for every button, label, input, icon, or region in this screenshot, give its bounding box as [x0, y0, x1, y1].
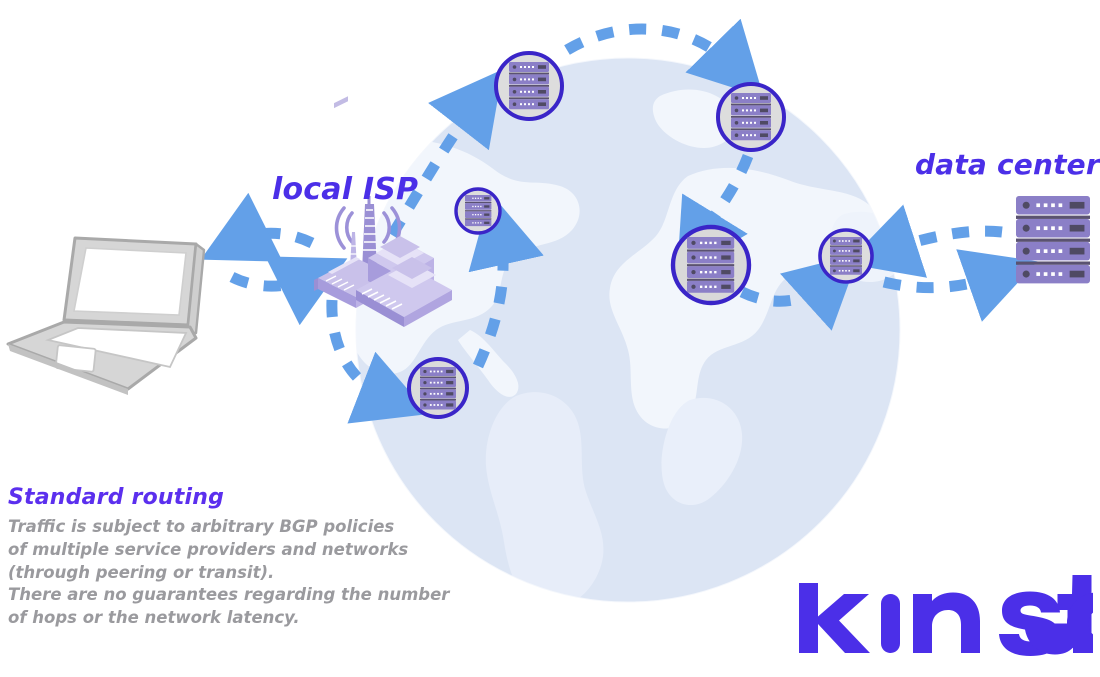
- kinsta-logo: [795, 575, 1100, 667]
- diagram-canvas: local ISP data center Standard routing T…: [0, 0, 1100, 677]
- laptop-icon[interactable]: [6, 236, 206, 395]
- arrow-laptop-to-isp: [229, 256, 348, 326]
- server-rack-icon: [465, 195, 492, 227]
- local-isp-label: local ISP: [272, 172, 419, 207]
- arrow-hop5-to-dc: [882, 249, 1038, 322]
- server-rack-icon: [420, 367, 456, 410]
- arrow-isp-to-laptop: [200, 192, 315, 262]
- hop-node-3[interactable]: [454, 187, 502, 235]
- server-rack-icon: [687, 237, 735, 293]
- server-rack-icon: [830, 237, 862, 275]
- caption-body: Traffic is subject to arbitrary BGP poli…: [8, 517, 450, 628]
- hop-node-4[interactable]: [670, 224, 752, 306]
- hop-node-6[interactable]: [407, 357, 469, 419]
- caption-block: Standard routing Traffic is subject to a…: [8, 485, 508, 630]
- hop-node-2[interactable]: [716, 82, 786, 152]
- hop-node-5[interactable]: [818, 228, 874, 284]
- data-center-rack-icon[interactable]: [1016, 196, 1090, 284]
- server-rack-icon: [731, 93, 771, 141]
- server-rack-icon: [509, 62, 549, 110]
- hop-node-1[interactable]: [494, 51, 564, 121]
- arrow-dc-to-hop5: [846, 204, 1003, 278]
- data-center-label: data center: [915, 148, 1100, 181]
- caption-heading: Standard routing: [8, 485, 225, 510]
